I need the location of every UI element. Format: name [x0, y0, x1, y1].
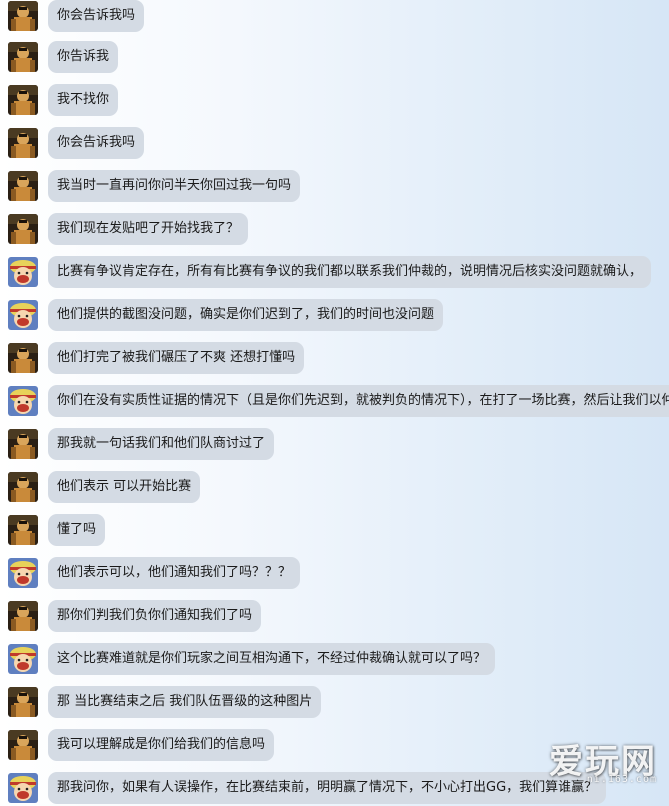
message-row: 他们表示 可以开始比赛 — [8, 471, 669, 503]
message-bubble: 你们在没有实质性证据的情况下（且是你们先迟到，就被判负的情况下），在打了一场比赛… — [48, 385, 669, 417]
user-b-avatar[interactable] — [8, 773, 38, 803]
message-bubble: 他们打完了被我们碾压了不爽 还想打懂吗 — [48, 342, 305, 374]
message-row: 那我就一句话我们和他们队商讨过了 — [8, 428, 669, 460]
message-bubble: 那我问你，如果有人误操作，在比赛结束前，明明赢了情况下，不小心打出GG，我们算谁… — [48, 772, 607, 804]
message-bubble: 你告诉我 — [48, 41, 119, 73]
user-a-avatar[interactable] — [8, 343, 38, 373]
user-a-avatar[interactable] — [8, 85, 38, 115]
message-bubble: 我当时一直再问你问半天你回过我一句吗 — [48, 170, 301, 202]
message-row: 你们在没有实质性证据的情况下（且是你们先迟到，就被判负的情况下），在打了一场比赛… — [8, 385, 669, 417]
message-row: 你告诉我 — [8, 41, 669, 73]
message-bubble: 你会告诉我吗 — [48, 127, 145, 159]
user-a-avatar[interactable] — [8, 730, 38, 760]
message-row: 我当时一直再问你问半天你回过我一句吗 — [8, 170, 669, 202]
user-a-avatar[interactable] — [8, 472, 38, 502]
message-row: 他们表示可以，他们通知我们了吗？？？ — [8, 557, 669, 589]
watermark-domain: ni.163.com — [586, 774, 657, 785]
message-bubble: 他们表示可以，他们通知我们了吗？？？ — [48, 557, 301, 589]
user-a-avatar[interactable] — [8, 515, 38, 545]
user-a-avatar[interactable] — [8, 128, 38, 158]
user-a-avatar[interactable] — [8, 429, 38, 459]
message-row: 那你们判我们负你们通知我们了吗 — [8, 600, 669, 632]
user-a-avatar[interactable] — [8, 1, 38, 31]
user-a-avatar[interactable] — [8, 171, 38, 201]
message-bubble: 那 当比赛结束之后 我们队伍晋级的这种图片 — [48, 686, 322, 718]
chat-history: 你会告诉我吗 你告诉我 我不找你 你会告诉我吗 我当时一直再问你问半天你回过我一… — [0, 0, 669, 806]
message-row: 我们现在发贴吧了开始找我了？ — [8, 213, 669, 245]
message-bubble: 他们提供的截图没问题，确实是你们迟到了，我们的时间也没问题 — [48, 299, 444, 331]
site-watermark-logo: 爱玩网 ni.163.com — [549, 734, 661, 796]
message-bubble: 他们表示 可以开始比赛 — [48, 471, 201, 503]
message-bubble: 这个比赛难道就是你们玩家之间互相沟通下，不经过仲裁确认就可以了吗？ — [48, 643, 496, 675]
message-row: 他们打完了被我们碾压了不爽 还想打懂吗 — [8, 342, 669, 374]
message-bubble: 我可以理解成是你们给我们的信息吗 — [48, 729, 275, 761]
user-b-avatar[interactable] — [8, 257, 38, 287]
message-row: 这个比赛难道就是你们玩家之间互相沟通下，不经过仲裁确认就可以了吗？ — [8, 643, 669, 675]
user-a-avatar[interactable] — [8, 214, 38, 244]
message-bubble: 你会告诉我吗 — [48, 0, 145, 32]
message-row: 懂了吗 — [8, 514, 669, 546]
user-a-avatar[interactable] — [8, 42, 38, 72]
message-bubble: 我不找你 — [48, 84, 119, 116]
user-a-avatar[interactable] — [8, 687, 38, 717]
user-b-avatar[interactable] — [8, 386, 38, 416]
message-bubble: 懂了吗 — [48, 514, 106, 546]
message-bubble: 我们现在发贴吧了开始找我了？ — [48, 213, 249, 245]
user-a-avatar[interactable] — [8, 601, 38, 631]
message-row: 你会告诉我吗 — [8, 0, 669, 32]
message-row: 他们提供的截图没问题，确实是你们迟到了，我们的时间也没问题 — [8, 299, 669, 331]
message-row: 比赛有争议肯定存在，所有有比赛有争议的我们都以联系我们仲裁的，说明情况后核实没问… — [8, 256, 669, 288]
message-row: 你会告诉我吗 — [8, 127, 669, 159]
message-bubble: 那你们判我们负你们通知我们了吗 — [48, 600, 262, 632]
message-row: 我不找你 — [8, 84, 669, 116]
message-bubble: 比赛有争议肯定存在，所有有比赛有争议的我们都以联系我们仲裁的，说明情况后核实没问… — [48, 256, 652, 288]
message-row: 那 当比赛结束之后 我们队伍晋级的这种图片 — [8, 686, 669, 718]
user-b-avatar[interactable] — [8, 558, 38, 588]
user-b-avatar[interactable] — [8, 300, 38, 330]
message-bubble: 那我就一句话我们和他们队商讨过了 — [48, 428, 275, 460]
user-b-avatar[interactable] — [8, 644, 38, 674]
